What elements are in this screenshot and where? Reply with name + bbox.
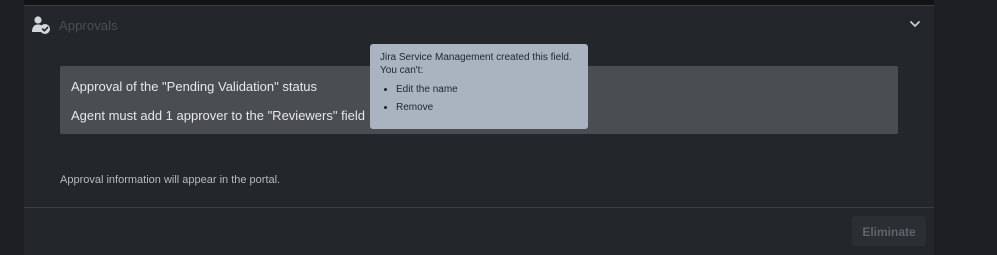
page: Approvals Approval of the "Pending Valid… xyxy=(0,0,997,255)
chevron-down-icon[interactable] xyxy=(908,17,922,31)
field-info-tooltip: Jira Service Management created this fie… xyxy=(370,44,588,129)
left-gutter xyxy=(0,0,24,255)
right-gutter xyxy=(934,0,997,255)
tooltip-text: Jira Service Management created this fie… xyxy=(380,52,572,76)
tooltip-restrictions-list: Edit the name Remove xyxy=(380,83,578,114)
portal-info-text: Approval information will appear in the … xyxy=(60,174,281,186)
approver-requirement-text: Agent must add 1 approver to the "Review… xyxy=(71,108,365,123)
approvals-panel-header[interactable]: Approvals xyxy=(24,6,934,44)
panel-divider xyxy=(24,207,934,208)
approval-status-text: Approval of the "Pending Validation" sta… xyxy=(71,79,318,94)
tooltip-item-remove: Remove xyxy=(396,101,578,114)
eliminate-button[interactable]: Eliminate xyxy=(852,216,926,246)
approvals-title: Approvals xyxy=(59,18,118,33)
user-check-icon xyxy=(31,15,51,35)
tooltip-item-edit-name: Edit the name xyxy=(396,83,578,96)
